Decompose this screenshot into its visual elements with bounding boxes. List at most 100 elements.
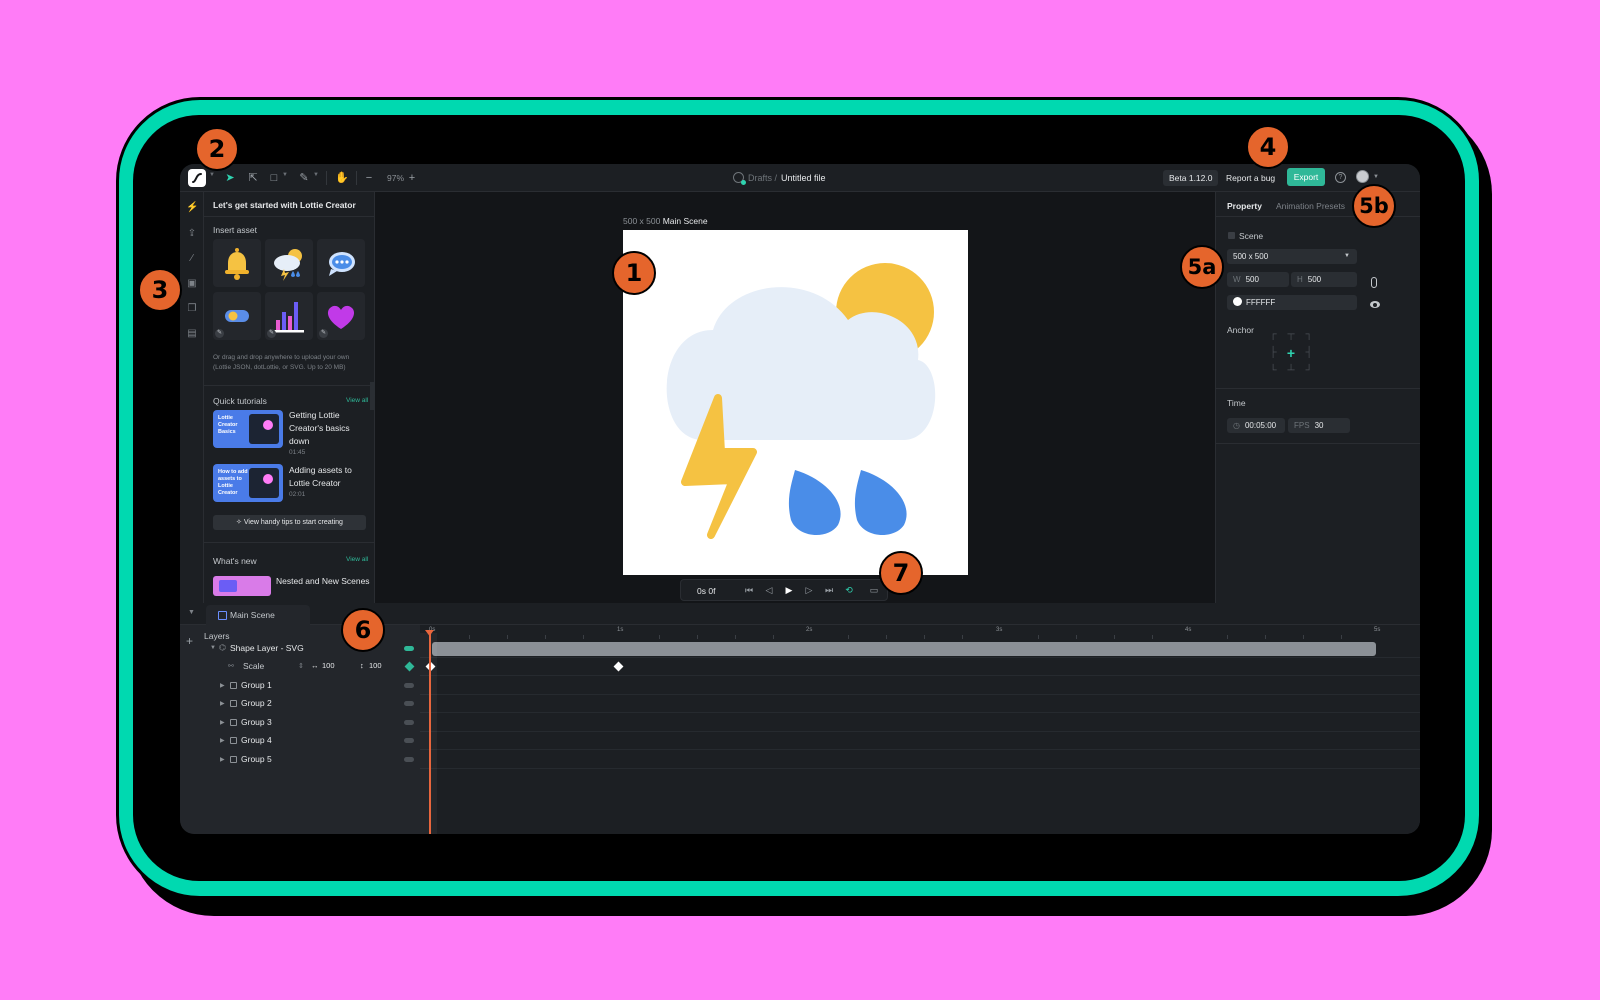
hand-icon[interactable]: ✋ <box>335 171 349 185</box>
fps-field[interactable]: FPS 30 <box>1288 418 1350 433</box>
anchor-top-left[interactable]: ┌ <box>1264 326 1282 344</box>
preview-icon[interactable]: ▭ <box>868 584 880 596</box>
track-row[interactable] <box>420 677 1420 695</box>
skip-end-icon[interactable]: ⏭ <box>823 584 835 596</box>
asset-toggle-icon[interactable]: ✎ <box>213 292 261 340</box>
edit-asset-icon[interactable]: ✎ <box>215 329 224 338</box>
layer-row-shape[interactable]: ▼ ⌬ Shape Layer - SVG <box>180 640 420 658</box>
avatar[interactable] <box>1356 170 1369 183</box>
background-color-field[interactable]: FFFFFF <box>1227 295 1357 310</box>
keyframe-icon[interactable] <box>613 661 624 672</box>
duration-field[interactable]: ◷ 00:05:00 <box>1227 418 1285 433</box>
bolt-icon[interactable]: ⚡ <box>186 202 198 214</box>
library-icon[interactable]: ▣ <box>186 278 198 290</box>
asset-chat-bubble-icon[interactable] <box>317 239 365 287</box>
pen-menu-chevron-icon[interactable]: ▼ <box>313 172 319 178</box>
draw-icon[interactable]: ∕ <box>186 253 198 265</box>
expand-chevron-icon[interactable]: ▶ <box>220 682 225 689</box>
color-swatch[interactable] <box>1233 297 1242 306</box>
anchor-middle-left[interactable]: ├ <box>1264 344 1282 362</box>
lottie-logo-icon[interactable] <box>188 169 206 187</box>
anchor-top-right[interactable]: ┐ <box>1300 326 1318 344</box>
expand-chevron-icon[interactable]: ▶ <box>220 719 225 726</box>
scale-x-value[interactable]: 100 <box>322 661 335 670</box>
zoom-out-icon[interactable]: − <box>362 171 376 185</box>
expand-chevron-icon[interactable]: ▶ <box>220 700 225 707</box>
height-field[interactable]: H 500 <box>1291 272 1357 287</box>
view-tips-button[interactable]: ✧ View handy tips to start creating <box>213 515 366 530</box>
anchor-bottom-left[interactable]: └ <box>1264 362 1282 380</box>
breadcrumb-drafts[interactable]: Drafts / <box>748 173 777 183</box>
layer-visibility-toggle[interactable] <box>404 701 414 706</box>
skip-start-icon[interactable]: ⏮ <box>743 584 755 596</box>
track-row[interactable] <box>420 714 1420 732</box>
tab-property[interactable]: Property <box>1227 201 1262 211</box>
track-row[interactable] <box>420 732 1420 750</box>
lock-ratio-icon[interactable]: ⇕ <box>298 662 304 670</box>
tutorial-thumbnail[interactable]: How to add assets to Lottie Creator <box>213 464 283 502</box>
layer-visibility-toggle[interactable] <box>404 646 414 651</box>
tutorial-thumbnail[interactable]: Lottie Creator Basics <box>213 410 283 448</box>
layer-visibility-toggle[interactable] <box>404 720 414 725</box>
play-icon[interactable]: ▶ <box>783 584 795 596</box>
time-ruler[interactable]: 0s 1s 2s 3s 4s 5s <box>420 625 1420 641</box>
timeline-tracks[interactable]: 0s 1s 2s 3s 4s 5s <box>420 625 1420 834</box>
track-row[interactable] <box>420 658 1420 676</box>
account-chevron-icon[interactable]: ▼ <box>1373 174 1379 180</box>
tab-main-scene[interactable]: Main Scene <box>206 605 310 625</box>
anchor-middle-right[interactable]: ┤ <box>1300 344 1318 362</box>
zoom-in-icon[interactable]: + <box>405 171 419 185</box>
shape-menu-chevron-icon[interactable]: ▼ <box>282 172 288 178</box>
layer-visibility-toggle[interactable] <box>404 738 414 743</box>
template-icon[interactable]: ▤ <box>186 328 198 340</box>
layer-row-group[interactable]: ▶ Group 2 <box>180 695 420 713</box>
edit-asset-icon[interactable]: ✎ <box>267 329 276 338</box>
track-row[interactable] <box>420 640 1420 658</box>
collapse-timeline-chevron-icon[interactable]: ▼ <box>188 609 195 616</box>
canvas-area[interactable]: 500 x 500 Main Scene <box>375 192 1215 603</box>
expand-chevron-icon[interactable]: ▼ <box>210 645 216 651</box>
next-frame-icon[interactable]: ▷ <box>803 584 815 596</box>
layer-row-group[interactable]: ▶ Group 4 <box>180 732 420 750</box>
select-arrow-icon[interactable]: ➤ <box>223 171 237 185</box>
layer-row-group[interactable]: ▶ Group 5 <box>180 751 420 769</box>
asset-bar-chart-icon[interactable]: ✎ <box>265 292 313 340</box>
property-row-scale[interactable]: ⚯ Scale ⇕ ↔ 100 ↕ 100 <box>180 658 420 676</box>
eye-icon[interactable] <box>1370 301 1380 308</box>
help-icon[interactable]: ? <box>1335 172 1346 183</box>
upload-icon[interactable]: ⇪ <box>186 228 198 240</box>
weather-illustration[interactable] <box>623 230 968 575</box>
asset-weather-icon[interactable] <box>265 239 313 287</box>
anchor-center[interactable]: + <box>1282 344 1300 362</box>
scene-size-select[interactable]: 500 x 500 ▼ <box>1227 249 1357 264</box>
scene-artboard[interactable] <box>623 230 968 575</box>
file-name[interactable]: Untitled file <box>781 173 826 183</box>
track-row[interactable] <box>420 695 1420 713</box>
track-row[interactable] <box>420 751 1420 769</box>
prev-frame-icon[interactable]: ◁ <box>763 584 775 596</box>
news-thumbnail[interactable] <box>213 576 271 596</box>
layer-visibility-toggle[interactable] <box>404 757 414 762</box>
lock-ratio-icon[interactable] <box>1371 277 1377 288</box>
layers-icon[interactable]: ❐ <box>186 303 198 315</box>
expand-chevron-icon[interactable]: ▶ <box>220 756 225 763</box>
current-time[interactable]: 0s 0f <box>697 586 715 596</box>
zoom-level[interactable]: 97% <box>387 173 404 183</box>
logo-menu-chevron-icon[interactable]: ▼ <box>209 172 215 178</box>
news-item[interactable]: Nested and New Scenes <box>276 576 370 586</box>
direct-select-icon[interactable]: ⇱ <box>246 171 260 185</box>
pen-tool-icon[interactable]: ✎ <box>297 171 311 185</box>
edit-asset-icon[interactable]: ✎ <box>319 329 328 338</box>
export-button[interactable]: Export <box>1287 168 1325 186</box>
report-bug-button[interactable]: Report a bug <box>1226 170 1275 186</box>
whats-new-view-all-link[interactable]: View all <box>346 556 368 563</box>
scale-y-value[interactable]: 100 <box>369 661 382 670</box>
tutorial-title[interactable]: Adding assets to Lottie Creator <box>289 464 369 490</box>
anchor-bottom-center[interactable]: ┴ <box>1282 362 1300 380</box>
playhead[interactable] <box>429 633 431 834</box>
tutorial-title[interactable]: Getting Lottie Creator's basics down <box>289 409 369 448</box>
anchor-bottom-right[interactable]: ┘ <box>1300 362 1318 380</box>
layer-visibility-toggle[interactable] <box>404 683 414 688</box>
anchor-top-center[interactable]: ┬ <box>1282 326 1300 344</box>
tutorials-view-all-link[interactable]: View all <box>346 397 368 404</box>
